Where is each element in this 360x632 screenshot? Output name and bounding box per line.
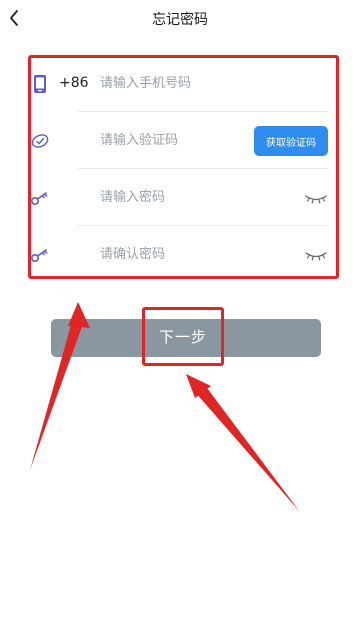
confirm-password-row (28, 226, 339, 283)
eye-closed-icon[interactable] (304, 246, 328, 264)
reset-password-form: +86 获取验证码 (28, 55, 339, 279)
arrow-to-next-button (186, 374, 300, 512)
key-icon (30, 192, 48, 206)
eye-closed-icon[interactable] (304, 189, 328, 207)
phone-icon (34, 75, 46, 93)
key-icon (30, 249, 48, 263)
shield-check-icon (31, 134, 49, 148)
password-input[interactable] (100, 185, 250, 209)
page-title: 忘记密码 (152, 12, 208, 28)
phone-input[interactable] (100, 71, 250, 95)
country-code[interactable]: +86 (59, 75, 89, 91)
confirm-password-input[interactable] (100, 242, 250, 266)
password-row (28, 169, 339, 226)
code-row: 获取验证码 (28, 112, 339, 169)
next-step-label: 下一步 (158, 328, 207, 346)
phone-row: +86 (28, 55, 339, 112)
header-bar: 忘记密码 (0, 0, 360, 36)
next-button-highlight-box: 下一步 (142, 307, 224, 366)
verification-code-input[interactable] (100, 128, 250, 152)
get-code-button[interactable]: 获取验证码 (254, 126, 328, 156)
